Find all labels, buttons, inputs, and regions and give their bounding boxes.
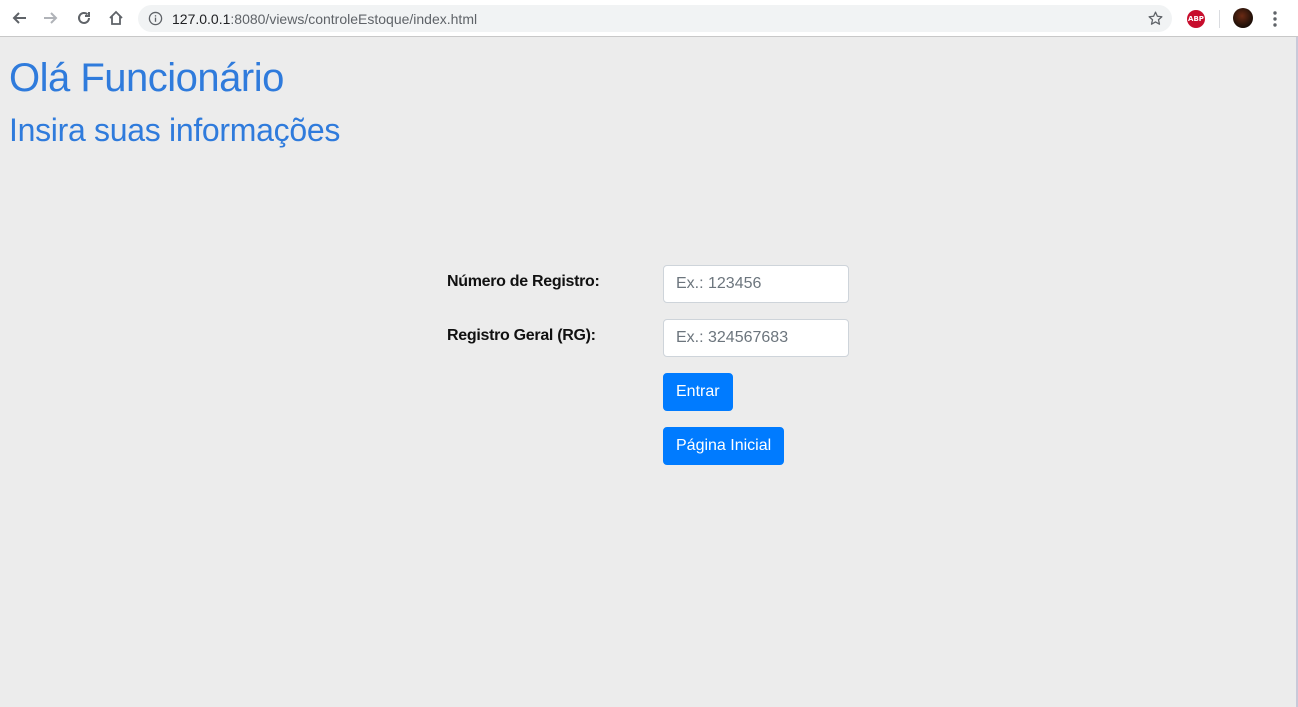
kebab-menu-icon[interactable] (1266, 9, 1284, 29)
registro-label: Número de Registro: (447, 273, 600, 290)
info-icon[interactable] (148, 11, 163, 26)
page-title: Olá Funcionário (9, 56, 284, 100)
home-page-button[interactable]: Página Inicial (663, 427, 785, 465)
url-text[interactable]: 127.0.0.1:8080/views/controleEstoque/ind… (172, 11, 477, 27)
forward-arrow-icon[interactable] (39, 6, 63, 30)
rg-label: Registro Geral (RG): (447, 327, 596, 344)
profile-avatar[interactable] (1233, 8, 1253, 28)
home-icon[interactable] (104, 6, 128, 30)
reload-icon[interactable] (72, 6, 96, 30)
browser-toolbar: 127.0.0.1:8080/views/controleEstoque/ind… (0, 0, 1298, 37)
enter-button[interactable]: Entrar (663, 373, 733, 411)
url-path: :8080/views/controleEstoque/index.html (230, 11, 478, 27)
address-bar[interactable]: 127.0.0.1:8080/views/controleEstoque/ind… (138, 5, 1172, 32)
abp-label: ABP (1188, 15, 1204, 23)
star-icon[interactable] (1147, 10, 1164, 27)
back-arrow-icon[interactable] (7, 6, 31, 30)
abp-icon[interactable]: ABP (1187, 10, 1205, 28)
registro-input[interactable] (663, 265, 849, 303)
url-host: 127.0.0.1 (172, 11, 231, 27)
toolbar-separator (1219, 10, 1220, 28)
page-content: Olá Funcionário Insira suas informações … (0, 37, 1296, 707)
rg-input[interactable] (663, 319, 849, 357)
page-subtitle: Insira suas informações (9, 112, 341, 148)
